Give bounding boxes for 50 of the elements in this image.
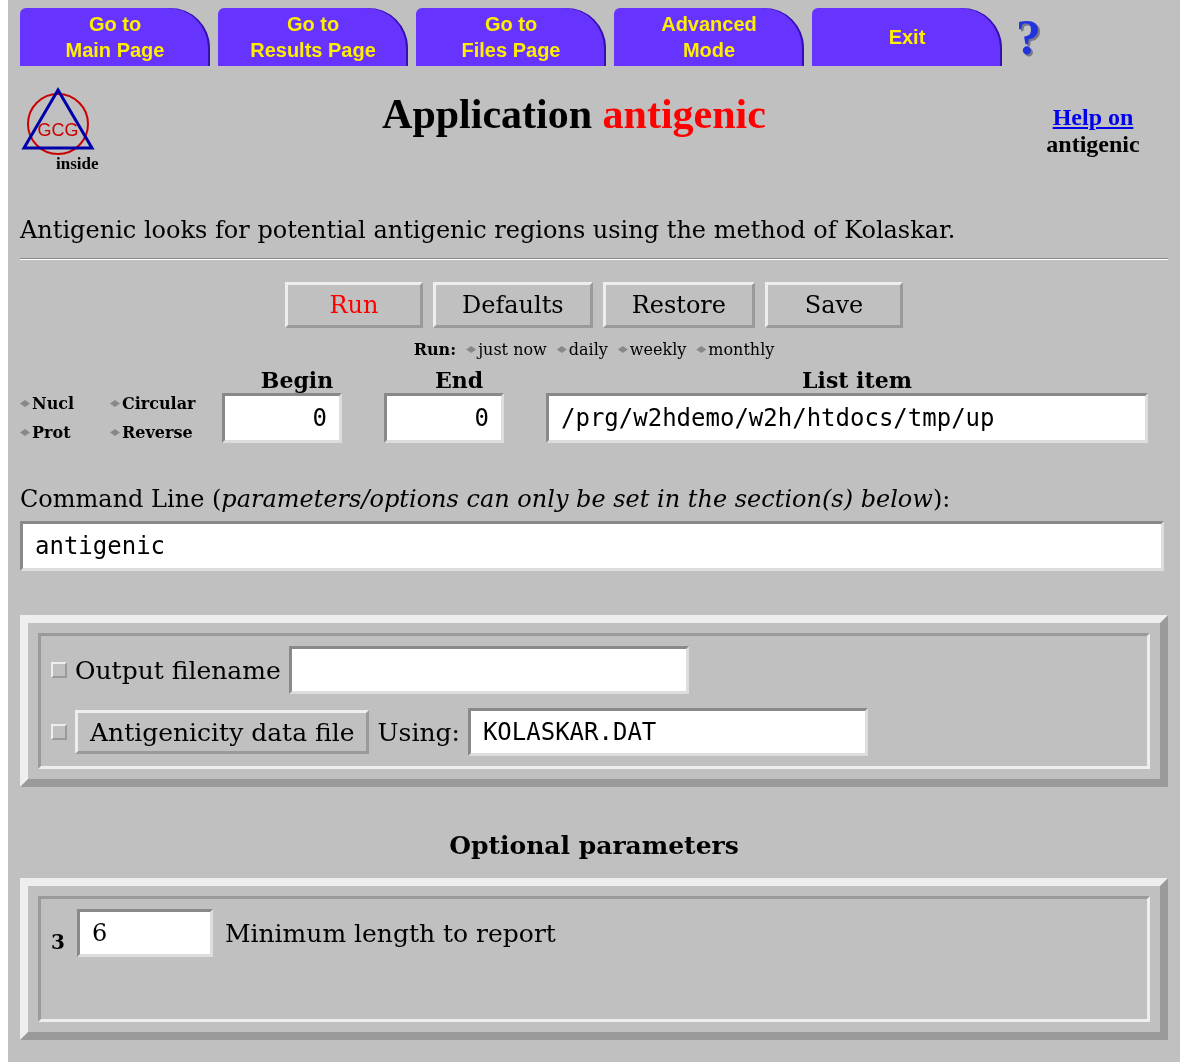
action-button[interactable]: Restore <box>602 282 756 328</box>
radio-button[interactable] <box>110 429 120 436</box>
description: Antigenic looks for potential antigenic regions using the method of Kolaskar. <box>20 216 957 244</box>
minimum-length-field[interactable]: 6 <box>76 909 213 957</box>
radio-label: Reverse <box>122 423 193 442</box>
run-label: Run: <box>413 340 457 359</box>
radio-label: daily <box>568 340 608 359</box>
radio-label: monthly <box>708 340 775 359</box>
radio-label: Nucl <box>32 394 75 413</box>
begin-field[interactable]: 0 <box>222 393 342 443</box>
help-app-name: antigenic <box>1046 131 1140 157</box>
nav-tab[interactable]: Go to Main Page <box>20 8 210 66</box>
nav-tab[interactable]: Go to Results Page <box>218 8 408 66</box>
output-filename-field[interactable] <box>288 646 689 694</box>
end-field[interactable]: 0 <box>384 393 504 443</box>
nav-tab[interactable]: Advanced Mode <box>614 8 804 66</box>
radio-label: just now <box>478 340 547 359</box>
radio-label: weekly <box>629 340 687 359</box>
nav-tab[interactable]: Go to Files Page <box>416 8 606 66</box>
field-label: Minimum length to report <box>224 918 556 948</box>
radio-button[interactable] <box>466 346 477 353</box>
checkbox[interactable] <box>51 724 67 740</box>
logo-caption: inside <box>56 154 99 174</box>
radio-button[interactable] <box>110 400 120 407</box>
radio-button[interactable] <box>20 400 30 407</box>
command-line-label: Command Line (parameters/options can only be set in the section(s) below): <box>20 485 952 513</box>
list-item-field[interactable]: /prg/w2hdemo/w2h/htdocs/tmp/up <box>546 393 1148 443</box>
action-button[interactable]: Defaults <box>432 282 593 328</box>
checkbox[interactable] <box>51 662 67 678</box>
parameter-number: 3 <box>51 930 65 954</box>
list-item-label: List item <box>801 367 913 393</box>
data-file-field[interactable]: KOLASKAR.DAT <box>467 708 868 756</box>
radio-button[interactable] <box>617 346 628 353</box>
radio-label: Prot <box>32 423 71 442</box>
radio-button[interactable] <box>20 429 30 436</box>
radio-button[interactable] <box>696 346 707 353</box>
nav-tab[interactable]: Exit <box>812 8 1002 66</box>
end-label: End <box>433 367 485 393</box>
begin-label: Begin <box>259 367 335 393</box>
radio-button[interactable] <box>556 346 567 353</box>
command-line-field[interactable]: antigenic <box>20 521 1164 571</box>
section-heading: Optional parameters <box>448 831 740 860</box>
field-label: Using: <box>377 717 460 747</box>
radio-label: Circular <box>122 394 196 413</box>
data-file-button[interactable]: Antigenicity data file <box>75 710 370 754</box>
help-link[interactable]: Help on <box>1018 104 1168 131</box>
action-button[interactable]: Save <box>765 282 904 328</box>
field-label: Output filename <box>75 655 281 685</box>
help-icon[interactable]: ? <box>1016 8 1041 66</box>
page-title: Application antigenic <box>381 90 767 138</box>
